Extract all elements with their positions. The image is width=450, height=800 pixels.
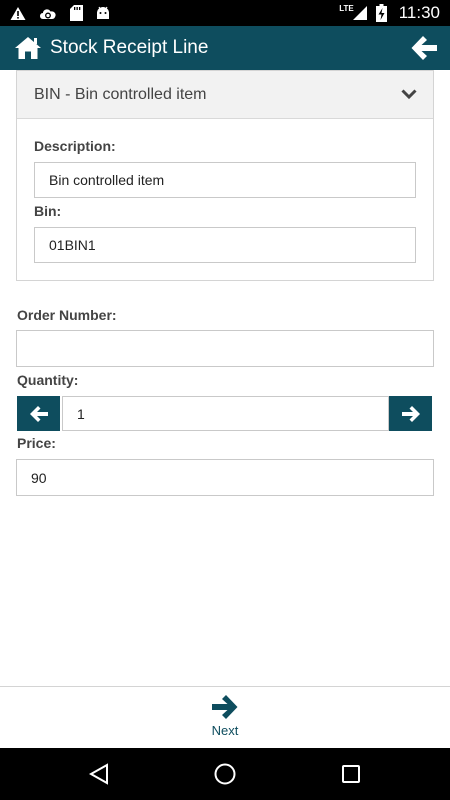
status-bar: LTE 11:30 [0, 0, 450, 26]
warning-icon [10, 6, 26, 21]
sd-card-icon [70, 5, 83, 21]
app-bar: Stock Receipt Line [0, 26, 450, 70]
arrow-left-icon [29, 405, 48, 422]
description-label: Description: [34, 138, 116, 154]
arrow-right-icon [401, 405, 420, 422]
next-label: Next [211, 723, 239, 738]
page-title: Stock Receipt Line [50, 37, 209, 58]
system-nav-bar [0, 748, 450, 800]
bin-section-title: BIN - Bin controlled item [34, 85, 207, 103]
bin-field[interactable]: 01BIN1 [34, 227, 416, 263]
quantity-label: Quantity: [17, 372, 79, 388]
back-triangle-icon[interactable] [86, 761, 112, 787]
quantity-increment-button[interactable] [389, 396, 432, 431]
clock-time: 11:30 [398, 3, 440, 22]
signal-icon: LTE [339, 3, 368, 21]
price-field[interactable]: 90 [16, 459, 434, 496]
home-icon[interactable] [14, 36, 42, 60]
arrow-left-icon [411, 36, 437, 60]
price-label: Price: [17, 435, 56, 451]
recents-square-icon[interactable] [338, 761, 364, 787]
android-icon [95, 5, 111, 21]
quantity-stepper-input[interactable]: 1 [62, 396, 389, 431]
arrow-right-icon [212, 695, 238, 719]
home-circle-icon[interactable] [212, 761, 238, 787]
bottom-action-bar: Next [0, 686, 450, 748]
chevron-down-icon[interactable] [401, 89, 417, 100]
description-field[interactable]: Bin controlled item [34, 162, 416, 198]
cloud-sync-icon [38, 6, 58, 20]
battery-charging-icon [375, 4, 387, 22]
network-type-label: LTE [339, 3, 354, 13]
order-number-label: Order Number: [17, 307, 117, 323]
bin-label: Bin: [34, 203, 62, 219]
bin-section-header[interactable]: BIN - Bin controlled item [17, 71, 433, 119]
next-button[interactable]: Next [195, 693, 255, 745]
order-number-field[interactable] [16, 330, 434, 367]
back-button[interactable] [410, 34, 438, 62]
quantity-decrement-button[interactable] [17, 396, 60, 431]
